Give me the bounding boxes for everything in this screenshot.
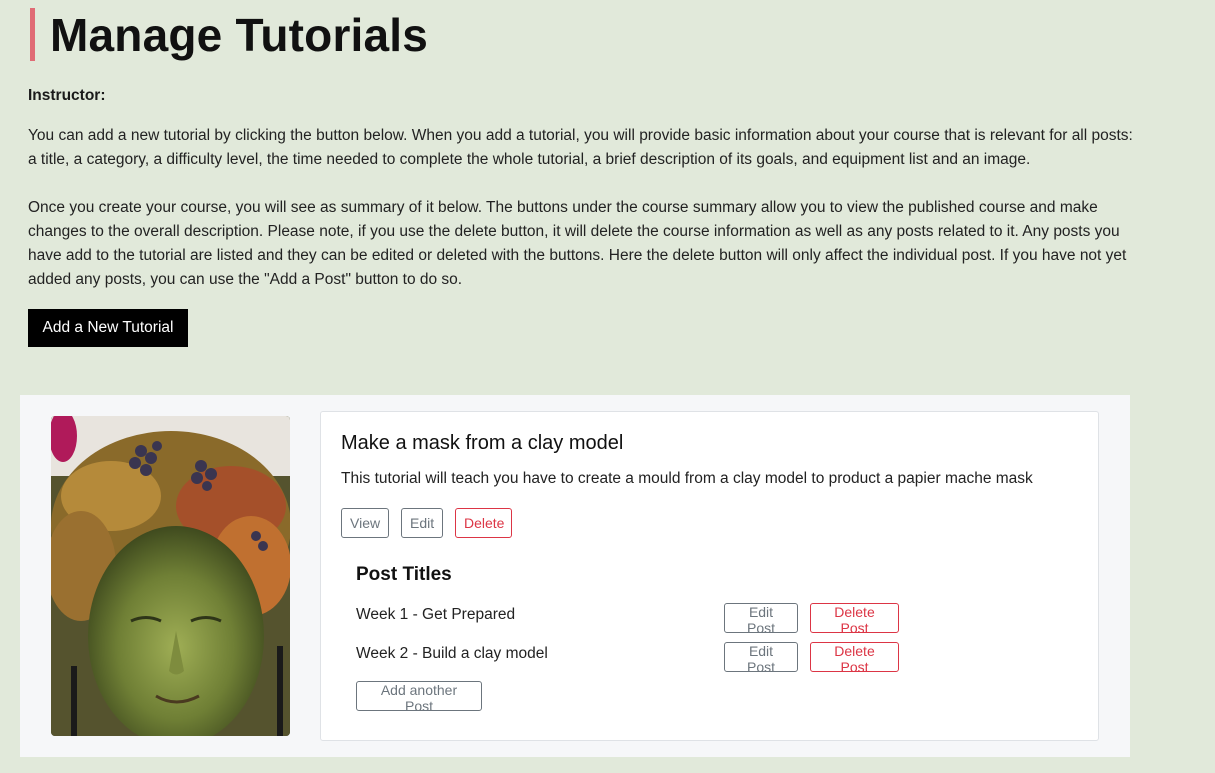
instructor-label: Instructor: bbox=[28, 87, 106, 104]
post-title: Week 2 - Build a clay model bbox=[356, 645, 548, 662]
post-titles-heading: Post Titles bbox=[356, 564, 452, 585]
tutorial-card: Make a mask from a clay model This tutor… bbox=[320, 411, 1099, 741]
edit-post-button[interactable]: Edit Post bbox=[724, 603, 798, 636]
page-title: Manage Tutorials bbox=[50, 8, 429, 61]
delete-post-button[interactable]: Delete Post bbox=[810, 642, 899, 675]
view-button[interactable]: View bbox=[341, 508, 389, 538]
tutorial-description: This tutorial will teach you have to cre… bbox=[341, 470, 1033, 487]
delete-post-button[interactable]: Delete Post bbox=[810, 603, 899, 636]
add-new-tutorial-button[interactable]: Add a New Tutorial bbox=[28, 309, 188, 347]
intro-text: You can add a new tutorial by clicking t… bbox=[28, 124, 1138, 316]
tutorial-image bbox=[51, 416, 290, 736]
edit-post-button[interactable]: Edit Post bbox=[724, 642, 798, 675]
add-another-post-button[interactable]: Add another Post bbox=[356, 681, 482, 714]
tutorial-title: Make a mask from a clay model bbox=[341, 432, 624, 454]
delete-button[interactable]: Delete bbox=[455, 508, 512, 538]
intro-paragraph: Once you create your course, you will se… bbox=[28, 199, 1127, 288]
page-heading: Manage Tutorials bbox=[30, 8, 428, 61]
intro-paragraph: You can add a new tutorial by clicking t… bbox=[28, 127, 1133, 168]
clay-mask-photo-icon bbox=[51, 416, 290, 736]
edit-button[interactable]: Edit bbox=[401, 508, 443, 538]
post-title: Week 1 - Get Prepared bbox=[356, 606, 516, 623]
tutorial-panel: Make a mask from a clay model This tutor… bbox=[20, 395, 1130, 757]
